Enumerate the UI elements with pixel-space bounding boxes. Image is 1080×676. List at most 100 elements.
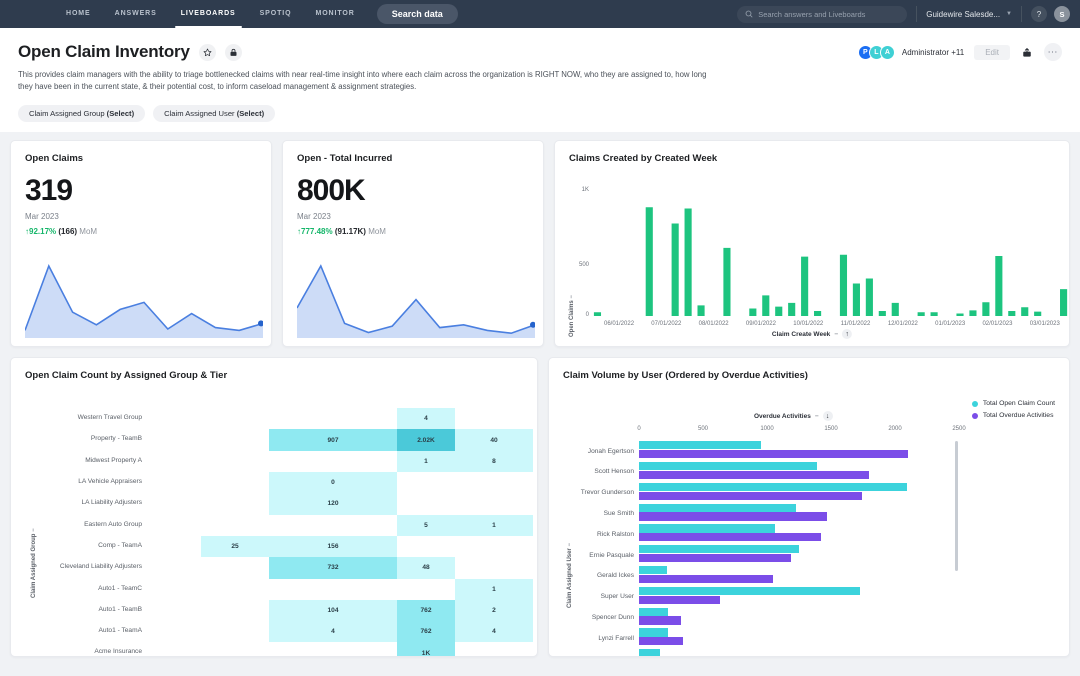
heatmap-cell[interactable]: 762 [397, 621, 455, 642]
bar[interactable] [853, 284, 860, 317]
hbar-overdue-activities[interactable] [639, 596, 720, 604]
bar[interactable] [931, 312, 938, 316]
sort-ascending-icon[interactable]: ↑ [842, 329, 852, 339]
hbar-overdue-activities[interactable] [639, 450, 908, 458]
sort-descending-icon[interactable]: ↓ [823, 411, 833, 421]
bar[interactable] [1008, 311, 1015, 316]
hbar-open-claim-count[interactable] [639, 628, 668, 636]
bar[interactable] [775, 307, 782, 316]
share-icon[interactable] [1018, 43, 1036, 61]
hbar-open-claim-count[interactable] [639, 483, 907, 491]
chart-scrollbar[interactable] [955, 441, 958, 571]
x-axis-label-text[interactable]: Claim Create Week [772, 331, 830, 338]
bar[interactable] [866, 279, 873, 317]
heatmap-cell[interactable]: 2 [455, 600, 533, 621]
heatmap-cell[interactable]: 4 [397, 408, 455, 429]
avatar-a[interactable]: A [880, 45, 895, 60]
bar[interactable] [892, 303, 899, 316]
hbar-overdue-activities[interactable] [639, 554, 791, 562]
heatmap-y-axis-label[interactable]: Claim Assigned Group − [31, 529, 37, 599]
hbar-overdue-activities[interactable] [639, 637, 683, 645]
heatmap-cell[interactable]: 156 [269, 536, 397, 557]
heatmap-cell[interactable]: 0 [269, 472, 397, 493]
nav-link-spotiq[interactable]: SPOTIQ [248, 0, 304, 28]
hbar-overdue-activities[interactable] [639, 575, 773, 583]
heatmap-cell[interactable]: 732 [269, 557, 397, 578]
heatmap-cell[interactable]: 1 [455, 515, 533, 536]
bar[interactable] [879, 311, 886, 316]
bar[interactable] [956, 314, 963, 317]
heatmap-cell[interactable]: 1 [455, 579, 533, 600]
bar[interactable] [685, 209, 692, 317]
nav-link-liveboards[interactable]: LIVEBOARDS [169, 0, 248, 28]
filter-chip-claim-assigned-group[interactable]: Claim Assigned Group (Select) [18, 105, 145, 122]
bar[interactable] [1060, 289, 1067, 316]
hbar-open-claim-count[interactable] [639, 608, 668, 616]
org-selector[interactable]: Guidewire Salesde... ▼ [926, 10, 1012, 19]
nav-link-home[interactable]: HOME [54, 0, 103, 28]
kpi-card-open-total-incurred[interactable]: Open - Total Incurred 800K Mar 2023 ↑777… [282, 140, 544, 347]
heatmap-cell[interactable]: 1K [397, 642, 455, 657]
nav-link-answers[interactable]: ANSWERS [103, 0, 169, 28]
heatmap-cell[interactable]: 2.02K [397, 429, 455, 450]
heatmap-cell[interactable]: 4 [455, 621, 533, 642]
search-data-button[interactable]: Search data [377, 4, 458, 24]
chart-card-open-claim-count-by-group-tier[interactable]: Open Claim Count by Assigned Group & Tie… [10, 357, 538, 657]
bar[interactable] [788, 303, 795, 316]
heatmap-cell[interactable]: 104 [269, 600, 397, 621]
favorite-star-icon[interactable] [199, 44, 216, 61]
heatmap-cell[interactable]: 48 [397, 557, 455, 578]
bar[interactable] [969, 311, 976, 317]
hbar-overdue-activities[interactable] [639, 471, 869, 479]
bar[interactable] [918, 312, 925, 316]
heatmap-cell[interactable]: 4 [269, 621, 397, 642]
bar[interactable] [995, 256, 1002, 316]
heatmap-cell[interactable]: 25 [201, 536, 269, 557]
chart-card-claims-created-by-created-week[interactable]: Claims Created by Created Week Open Clai… [554, 140, 1070, 347]
heatmap-cell[interactable]: 1 [397, 451, 455, 472]
nav-link-monitor[interactable]: MONITOR [303, 0, 366, 28]
hbar-open-claim-count[interactable] [639, 649, 660, 657]
hbar-open-claim-count[interactable] [639, 587, 860, 595]
hbar-sort-label[interactable]: Overdue Activities [754, 413, 811, 420]
bar[interactable] [1021, 307, 1028, 316]
heatmap-cell[interactable]: 907 [269, 429, 397, 450]
edit-button[interactable]: Edit [974, 45, 1010, 60]
heatmap-cell[interactable]: 8 [455, 451, 533, 472]
hbar-open-claim-count[interactable] [639, 462, 817, 470]
hbar-open-claim-count[interactable] [639, 504, 796, 512]
heatmap-cell[interactable]: 40 [455, 429, 533, 450]
hbar-open-claim-count[interactable] [639, 545, 799, 553]
hbar-open-claim-count[interactable] [639, 441, 761, 449]
lock-icon[interactable] [225, 44, 242, 61]
bar[interactable] [723, 248, 730, 316]
user-avatar[interactable]: S [1054, 6, 1070, 22]
global-search-input[interactable]: Search answers and Liveboards [737, 6, 907, 23]
bar[interactable] [762, 296, 769, 317]
bar[interactable] [697, 306, 704, 317]
hbar-open-claim-count[interactable] [639, 566, 667, 574]
hbar-overdue-activities[interactable] [639, 616, 681, 624]
bar[interactable] [749, 309, 756, 317]
bar[interactable] [801, 257, 808, 316]
bar[interactable] [840, 255, 847, 316]
hbar-overdue-activities[interactable] [639, 492, 862, 500]
more-options-icon[interactable]: ⋯ [1044, 43, 1062, 61]
bar[interactable] [982, 302, 989, 316]
hbar-overdue-activities[interactable] [639, 533, 821, 541]
legend-item-open-claim-count[interactable]: Total Open Claim Count [972, 400, 1055, 407]
kpi-card-open-claims[interactable]: Open Claims 319 Mar 2023 ↑92.17% (166) M… [10, 140, 272, 347]
heatmap-cell[interactable]: 762 [397, 600, 455, 621]
axis-menu-icon[interactable]: − [815, 413, 819, 420]
collaborator-avatars[interactable]: P L A [858, 45, 895, 60]
bar[interactable] [814, 311, 821, 316]
hbar-open-claim-count[interactable] [639, 524, 775, 532]
bar[interactable] [594, 312, 601, 316]
hbar-overdue-activities[interactable] [639, 512, 827, 520]
heatmap-cell[interactable]: 120 [269, 493, 397, 514]
bar[interactable] [672, 224, 679, 317]
filter-chip-claim-assigned-user[interactable]: Claim Assigned User (Select) [153, 105, 275, 122]
axis-menu-icon[interactable]: − [834, 331, 838, 338]
legend-item-overdue-activities[interactable]: Total Overdue Activities [972, 412, 1055, 419]
bar[interactable] [1034, 312, 1041, 316]
